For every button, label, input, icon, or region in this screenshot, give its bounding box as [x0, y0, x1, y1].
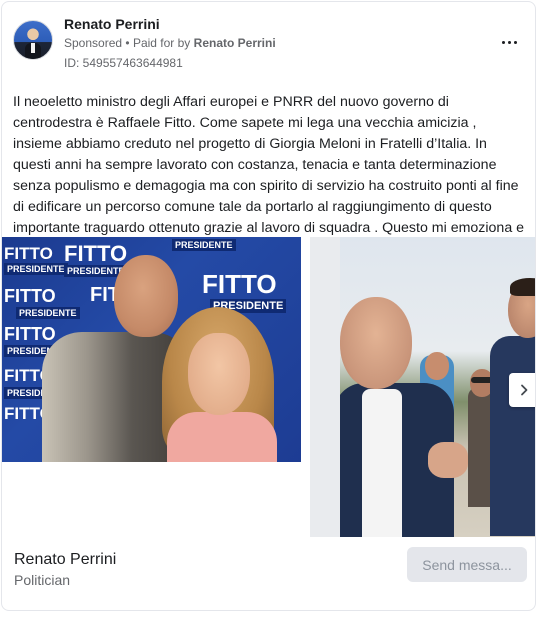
more-options-icon[interactable] — [497, 32, 521, 52]
post-text: Il neoeletto ministro degli Affari europ… — [13, 94, 525, 257]
chevron-right-icon — [521, 384, 528, 396]
paid-for-name: Renato Perrini — [193, 36, 276, 50]
footer-page-role: Politician — [14, 572, 71, 588]
man-figure — [32, 247, 192, 462]
banner-fitto: FITTO — [202, 269, 277, 299]
sponsored-label: Sponsored — [64, 36, 123, 50]
post-header: Renato Perrini Sponsored • Paid for by R… — [13, 14, 525, 74]
carousel-photo-1[interactable]: FITTO PRESIDENTE FITTO PRESIDENTE PRESID… — [2, 237, 301, 462]
ad-card: Renato Perrini Sponsored • Paid for by R… — [1, 1, 536, 611]
paid-for-label: Paid for by — [132, 36, 191, 50]
ad-id: ID: 549557463644981 — [64, 56, 183, 70]
carousel-divider — [310, 237, 340, 537]
sponsored-line: Sponsored • Paid for by Renato Perrini — [64, 36, 276, 50]
separator: • — [125, 36, 130, 50]
image-carousel[interactable]: FITTO PRESIDENTE FITTO PRESIDENTE PRESID… — [2, 237, 535, 537]
person-figure — [490, 278, 535, 537]
avatar[interactable] — [13, 20, 53, 60]
man-figure — [340, 297, 468, 537]
carousel-next-button[interactable] — [509, 373, 535, 407]
send-message-button[interactable]: Send messa... — [407, 547, 527, 582]
author-name[interactable]: Renato Perrini — [64, 16, 160, 32]
carousel-photo-2[interactable] — [340, 237, 535, 537]
footer-page-name[interactable]: Renato Perrini — [14, 551, 116, 569]
